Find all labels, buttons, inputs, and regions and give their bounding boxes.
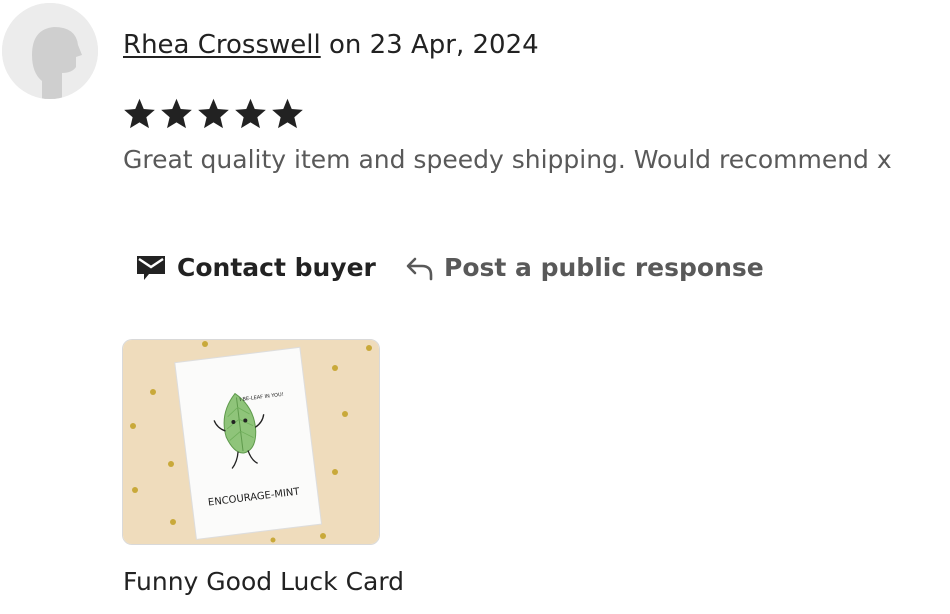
review-text: Great quality item and speedy shipping. …	[123, 145, 892, 174]
reply-arrow-icon	[404, 253, 434, 281]
post-public-response-label: Post a public response	[444, 252, 764, 282]
star-icon	[161, 98, 192, 129]
review-date: on 23 Apr, 2024	[328, 30, 539, 60]
reviewer-name-link[interactable]: Rhea Crosswell	[123, 30, 321, 60]
post-public-response-button[interactable]: Post a public response	[404, 247, 764, 287]
reviewer-avatar	[2, 3, 98, 99]
review-byline: Rhea Crosswell on 23 Apr, 2024	[123, 28, 539, 62]
star-icon	[124, 98, 155, 129]
product-image: I BE-LEAF IN YOU! ENCOURAGE-MINT	[123, 340, 379, 544]
star-icon	[198, 98, 229, 129]
contact-buyer-label: Contact buyer	[177, 252, 376, 282]
contact-buyer-button[interactable]: Contact buyer	[135, 247, 376, 287]
person-silhouette-icon	[2, 3, 98, 99]
star-rating	[122, 94, 305, 134]
star-icon	[235, 98, 266, 129]
product-title-link[interactable]: Funny Good Luck Card	[123, 566, 404, 598]
product-thumbnail[interactable]: I BE-LEAF IN YOU! ENCOURAGE-MINT	[122, 339, 380, 545]
star-icon	[272, 98, 303, 129]
envelope-icon	[135, 252, 167, 282]
